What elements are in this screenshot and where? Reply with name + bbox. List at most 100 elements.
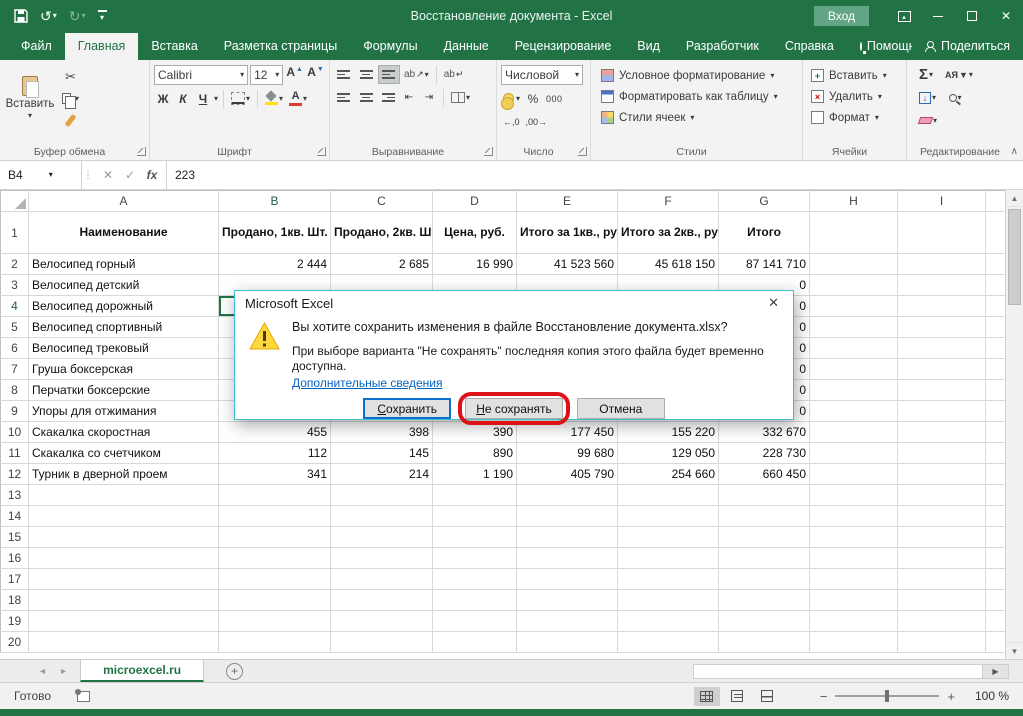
cell-A5[interactable]: Велосипед спортивный: [29, 317, 219, 338]
font-color-button[interactable]: А▾: [287, 89, 309, 108]
cell-C12[interactable]: 214: [331, 464, 433, 485]
delete-cells-button[interactable]: ×Удалить▾: [811, 86, 902, 107]
cell-B16[interactable]: [219, 548, 331, 569]
cell-I1[interactable]: [898, 212, 986, 254]
cell-B13[interactable]: [219, 485, 331, 506]
cell-D15[interactable]: [433, 527, 517, 548]
cell-A20[interactable]: [29, 632, 219, 653]
autosum-button[interactable]: Σ▾: [917, 65, 935, 84]
cell-C17[interactable]: [331, 569, 433, 590]
cell-G19[interactable]: [719, 611, 810, 632]
cell-G17[interactable]: [719, 569, 810, 590]
scroll-right-icon[interactable]: ▶: [983, 664, 1009, 679]
cell-B14[interactable]: [219, 506, 331, 527]
cell-H4[interactable]: [810, 296, 898, 317]
cell-filler13[interactable]: [986, 485, 1006, 506]
cell-I18[interactable]: [898, 590, 986, 611]
cell-G18[interactable]: [719, 590, 810, 611]
decrease-font-button[interactable]: А▼: [306, 66, 325, 85]
column-header-A[interactable]: A: [29, 191, 219, 212]
cell-I2[interactable]: [898, 254, 986, 275]
cell-A10[interactable]: Скакалка скоростная: [29, 422, 219, 443]
cell-A7[interactable]: Груша боксерская: [29, 359, 219, 380]
column-header-C[interactable]: C: [331, 191, 433, 212]
dialog-close-button[interactable]: ✕: [764, 295, 783, 311]
cell-F18[interactable]: [618, 590, 719, 611]
cell-C14[interactable]: [331, 506, 433, 527]
row-header-9[interactable]: 9: [1, 401, 29, 422]
cell-E19[interactable]: [517, 611, 618, 632]
horizontal-scrollbar[interactable]: ▶: [693, 664, 1023, 679]
cell-filler5[interactable]: [986, 317, 1006, 338]
cell-A13[interactable]: [29, 485, 219, 506]
cell-filler4[interactable]: [986, 296, 1006, 317]
cell-H19[interactable]: [810, 611, 898, 632]
cell-A18[interactable]: [29, 590, 219, 611]
previous-sheet-icon[interactable]: ◂: [40, 666, 45, 677]
cell-H16[interactable]: [810, 548, 898, 569]
borders-button[interactable]: ▾: [229, 89, 252, 108]
row-header-8[interactable]: 8: [1, 380, 29, 401]
cell-F11[interactable]: 129 050: [618, 443, 719, 464]
tab-данные[interactable]: Данные: [431, 33, 502, 60]
cell-E16[interactable]: [517, 548, 618, 569]
cell-D10[interactable]: 390: [433, 422, 517, 443]
cell-A3[interactable]: Велосипед детский: [29, 275, 219, 296]
cell-G16[interactable]: [719, 548, 810, 569]
cell-A4[interactable]: Велосипед дорожный: [29, 296, 219, 317]
percent-style-button[interactable]: %: [524, 89, 542, 108]
cell-D12[interactable]: 1 190: [433, 464, 517, 485]
minimize-button[interactable]: [921, 0, 955, 32]
cell-E17[interactable]: [517, 569, 618, 590]
cell-H7[interactable]: [810, 359, 898, 380]
cell-D2[interactable]: 16 990: [433, 254, 517, 275]
cell-F19[interactable]: [618, 611, 719, 632]
maximize-button[interactable]: [955, 0, 989, 32]
row-header-1[interactable]: 1: [1, 212, 29, 254]
cell-F16[interactable]: [618, 548, 719, 569]
cell-I19[interactable]: [898, 611, 986, 632]
underline-button[interactable]: Ч: [194, 89, 212, 108]
cell-H13[interactable]: [810, 485, 898, 506]
accounting-format-button[interactable]: ▾: [501, 89, 522, 108]
cell-E20[interactable]: [517, 632, 618, 653]
paste-button[interactable]: Вставить ▾: [4, 65, 56, 130]
cell-G15[interactable]: [719, 527, 810, 548]
cut-button[interactable]: ✂: [60, 67, 81, 86]
cell-filler6[interactable]: [986, 338, 1006, 359]
redo-button[interactable]: ↻▾: [65, 6, 90, 27]
dialog-launcher-icon[interactable]: [317, 147, 326, 156]
format-cells-button[interactable]: Формат▾: [811, 107, 902, 128]
cell-A15[interactable]: [29, 527, 219, 548]
increase-font-button[interactable]: А▲: [285, 66, 304, 85]
tab-файл[interactable]: Файл: [8, 33, 65, 60]
ribbon-display-options-button[interactable]: ▴: [887, 0, 921, 32]
cell-F2[interactable]: 45 618 150: [618, 254, 719, 275]
cell-D18[interactable]: [433, 590, 517, 611]
cell-F17[interactable]: [618, 569, 719, 590]
cell-H10[interactable]: [810, 422, 898, 443]
dialog-button-save[interactable]: Сохранить: [363, 398, 451, 419]
next-sheet-icon[interactable]: ▸: [61, 666, 66, 677]
cell-H20[interactable]: [810, 632, 898, 653]
column-header-D[interactable]: D: [433, 191, 517, 212]
cell-filler10[interactable]: [986, 422, 1006, 443]
spreadsheet-grid[interactable]: ABCDEFGHI1НаименованиеПродано, 1кв. Шт.П…: [0, 190, 1005, 659]
cell-H11[interactable]: [810, 443, 898, 464]
cell-filler3[interactable]: [986, 275, 1006, 296]
cell-filler1[interactable]: [986, 212, 1006, 254]
cell-F10[interactable]: 155 220: [618, 422, 719, 443]
cell-I7[interactable]: [898, 359, 986, 380]
cell-B20[interactable]: [219, 632, 331, 653]
align-bottom-button[interactable]: [378, 65, 400, 84]
row-header-2[interactable]: 2: [1, 254, 29, 275]
name-box[interactable]: B4▾: [0, 161, 82, 189]
cell-A16[interactable]: [29, 548, 219, 569]
cell-A11[interactable]: Скакалка со счетчиком: [29, 443, 219, 464]
cell-H14[interactable]: [810, 506, 898, 527]
cell-I15[interactable]: [898, 527, 986, 548]
cell-H8[interactable]: [810, 380, 898, 401]
zoom-in-button[interactable]: +: [947, 689, 955, 704]
cell-I6[interactable]: [898, 338, 986, 359]
cell-H1[interactable]: [810, 212, 898, 254]
